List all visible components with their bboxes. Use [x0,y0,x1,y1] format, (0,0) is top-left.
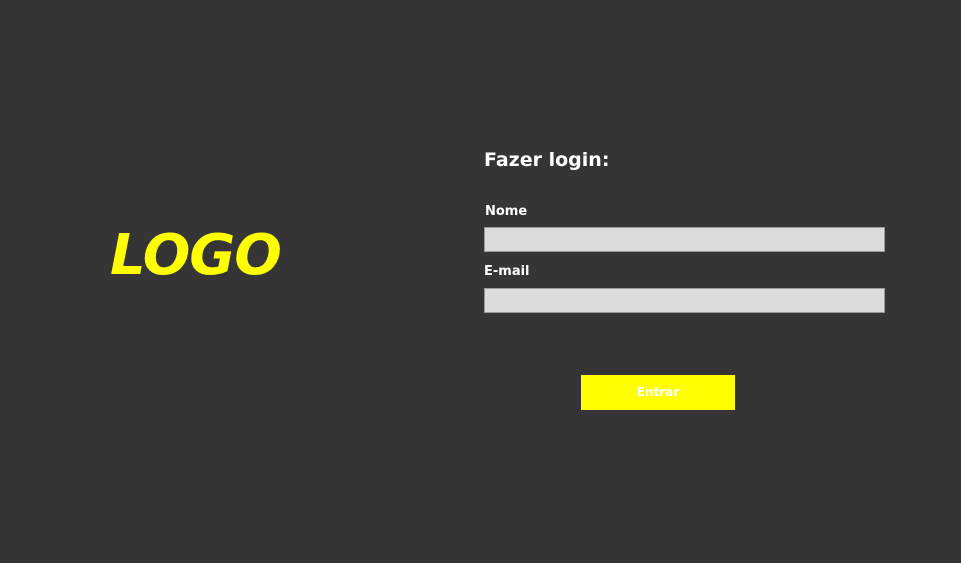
login-form: Fazer login: Nome E-mail Entrar [484,146,885,416]
email-input[interactable] [484,288,885,313]
logo: LOGO [110,223,282,288]
name-input[interactable] [484,227,885,252]
name-field-label: Nome [485,204,528,219]
login-title: Fazer login: [484,149,610,171]
login-button[interactable]: Entrar [581,375,735,410]
email-field-label: E-mail [484,264,530,279]
